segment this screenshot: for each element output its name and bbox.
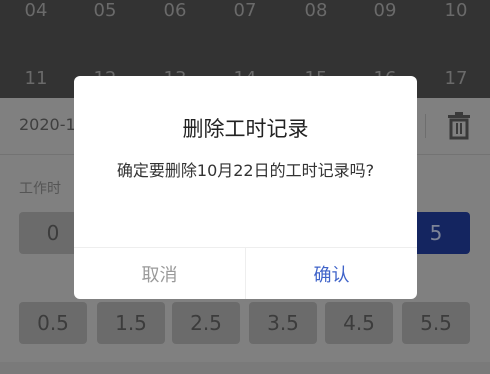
calendar-week-row: 04 05 06 07 08 09 10 [0,0,490,26]
hour-value: 0.5 [37,311,69,335]
divider [425,114,426,138]
hour-value: 3.5 [267,311,299,335]
work-hours-label: 工作时 [19,181,61,197]
hour-button[interactable]: 3.5 [249,302,317,344]
calendar-day[interactable]: 17 [436,64,476,94]
calendar-day[interactable]: 11 [16,64,56,94]
hour-value: 5 [429,221,443,245]
calendar-day[interactable]: 05 [85,0,125,26]
calendar-day[interactable]: 04 [16,0,56,26]
hour-value: 5.5 [420,311,452,335]
calendar-day[interactable]: 08 [296,0,336,26]
hour-row-partial [0,362,490,374]
confirm-button[interactable]: 确认 [246,248,417,299]
dialog-actions: 取消 确认 [74,247,417,299]
hour-value: 2.5 [190,311,222,335]
hour-value: 0 [46,221,60,245]
hour-button[interactable]: 0.5 [19,302,87,344]
hour-button[interactable]: 1.5 [97,302,165,344]
hour-button[interactable]: 4.5 [325,302,393,344]
dialog-title: 删除工时记录 [182,117,309,141]
delete-confirm-dialog: 删除工时记录 确定要删除10月22日的工时记录吗? 取消 确认 [74,76,417,299]
hour-button[interactable]: 2.5 [172,302,240,344]
trash-icon[interactable] [446,112,472,140]
hour-value: 1.5 [115,311,147,335]
cancel-button[interactable]: 取消 [74,248,246,299]
hour-button[interactable]: 5.5 [402,302,470,344]
hour-value: 4.5 [343,311,375,335]
record-date: 2020-1 [19,115,76,134]
dialog-message: 确定要删除10月22日的工时记录吗? [116,161,375,180]
calendar-day[interactable]: 07 [225,0,265,26]
calendar-day[interactable]: 09 [365,0,405,26]
calendar-day[interactable]: 06 [155,0,195,26]
calendar-day[interactable]: 10 [436,0,476,26]
